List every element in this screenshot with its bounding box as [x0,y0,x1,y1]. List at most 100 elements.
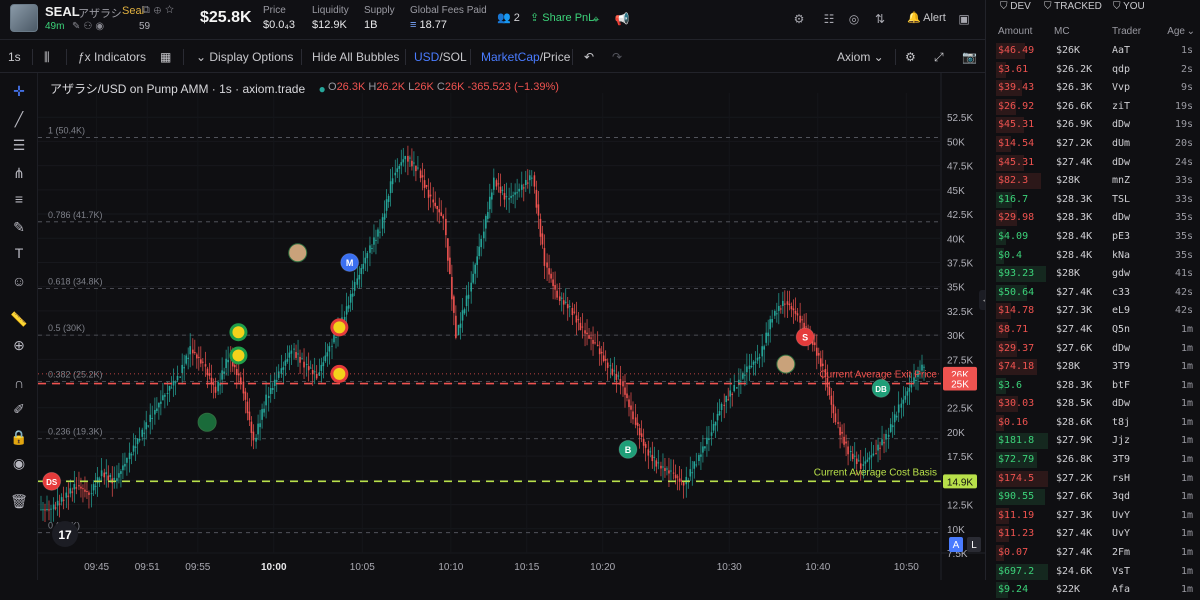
trade-row[interactable]: $4.09 $28.4K pE3 35s [986,228,1200,247]
pitchfork-icon[interactable]: ⋔ [9,163,29,183]
trade-row[interactable]: $90.55 $27.6K 3qd 1m [986,488,1200,507]
indicators-button[interactable]: ƒx Indicators [78,50,146,64]
trade-row[interactable]: $14.54 $27.2K dUm 20s [986,135,1200,154]
trade-trader[interactable]: dUm [1112,138,1130,149]
trade-trader[interactable]: dDw [1112,398,1130,409]
trade-row[interactable]: $0.07 $27.4K 2Fm 1m [986,544,1200,563]
trade-trader[interactable]: 3qd [1112,491,1130,502]
trade-row[interactable]: $9.24 $22K Afa 1m [986,581,1200,600]
trade-row[interactable]: $29.98 $28.3K dDw 35s [986,209,1200,228]
trade-row[interactable]: $74.18 $28K 3T9 1m [986,358,1200,377]
column-trader[interactable]: Trader [1112,26,1141,37]
tab-tracked[interactable]: ⛉ TRACKED [1044,1,1102,12]
trade-row[interactable]: $0.16 $28.6K t8j 1m [986,414,1200,433]
emoji-icon[interactable]: ☺ [9,271,29,291]
settings-icon[interactable]: ⚙ [790,10,808,28]
eye-icon[interactable]: ◉ [9,453,29,473]
trade-row[interactable]: $39.43 $26.3K Vvp 9s [986,79,1200,98]
brush-icon[interactable]: ✎ [9,217,29,237]
trade-trader[interactable]: eL9 [1112,305,1130,316]
trade-row[interactable]: $45.31 $27.4K dDw 24s [986,154,1200,173]
trade-trader[interactable]: dDw [1112,343,1130,354]
trade-trader[interactable]: Vvp [1112,82,1130,93]
alert-button[interactable]: 🔔 Alert [907,11,946,24]
trade-row[interactable]: $3.61 $26.2K qdp 2s [986,61,1200,80]
trade-row[interactable]: $181.8 $27.9K Jjz 1m [986,432,1200,451]
swap-icon[interactable]: ⇅ [871,10,889,28]
chart-canvas[interactable]: 52.5K 50K 47.5K 45K 42.5K 40K 37.5K 35K 32.5K 30K… [38,73,985,580]
trade-row[interactable]: $82.3 $28K mnZ 33s [986,172,1200,191]
trade-row[interactable]: $0.4 $28.4K kNa 35s [986,247,1200,266]
undo-icon[interactable]: ↶ [584,50,594,64]
trade-trader[interactable]: rsH [1112,473,1130,484]
trade-trader[interactable]: ziT [1112,101,1130,112]
trade-row[interactable]: $29.37 $27.6K dDw 1m [986,340,1200,359]
trade-row[interactable]: $50.64 $27.4K c33 42s [986,284,1200,303]
trade-trader[interactable]: VsT [1112,566,1130,577]
list-icon[interactable]: ☷ [820,10,838,28]
trade-trader[interactable]: UvY [1112,510,1130,521]
trade-trader[interactable]: pE3 [1112,231,1130,242]
megaphone-icon[interactable]: 📢 [613,10,631,28]
trade-trader[interactable]: UvY [1112,528,1130,539]
text-icon[interactable]: T [9,243,29,263]
share-pnl-button[interactable]: ⇪ Share PnL [530,11,594,24]
trade-trader[interactable]: TSL [1112,194,1130,205]
trade-row[interactable]: $45.31 $26.9K dDw 19s [986,116,1200,135]
watchers[interactable]: 👥 2 [497,11,520,24]
trade-row[interactable]: $11.19 $27.3K UvY 1m [986,507,1200,526]
trade-row[interactable]: $26.92 $26.6K ziT 19s [986,98,1200,117]
display-options-button[interactable]: ⌄ Display Options [196,50,293,64]
fib-icon[interactable]: ≡ [9,189,29,209]
pin-icon[interactable]: ⌖ [587,10,605,28]
trade-row[interactable]: $30.03 $28.5K dDw 1m [986,395,1200,414]
trade-trader[interactable]: 3T9 [1112,361,1130,372]
trade-row[interactable]: $697.2 $24.6K VsT 1m [986,563,1200,582]
source-selector[interactable]: Axiom ⌄ [837,50,884,64]
fullscreen-icon[interactable]: ⤢ [934,50,944,65]
trade-trader[interactable]: btF [1112,380,1130,391]
camera-icon[interactable]: 📷 [962,50,977,64]
price-chart[interactable]: 52.5K 50K 47.5K 45K 42.5K 40K 37.5K 35K 32.5K 30K… [38,73,985,580]
trade-trader[interactable]: Jjz [1112,435,1130,446]
pencil-lock-icon[interactable]: ✐ [9,399,29,419]
trade-row[interactable]: $46.49 $26K AaT 1s [986,42,1200,61]
trade-trader[interactable]: t8j [1112,417,1130,428]
trade-trader[interactable]: 3T9 [1112,454,1130,465]
trade-trader[interactable]: mnZ [1112,175,1130,186]
trendline-icon[interactable]: ╱ [9,109,29,129]
trade-row[interactable]: $72.79 $26.8K 3T9 1m [986,451,1200,470]
trade-trader[interactable]: kNa [1112,250,1130,261]
trade-trader[interactable]: c33 [1112,287,1130,298]
redo-icon[interactable]: ↷ [612,50,622,64]
candle-type-icon[interactable]: ⫼ [44,50,50,65]
magnet-icon[interactable]: ∩ [9,373,29,393]
trade-row[interactable]: $11.23 $27.4K UvY 1m [986,525,1200,544]
trade-trader[interactable]: Afa [1112,584,1130,595]
token-avatar[interactable] [10,4,38,32]
currency-toggle[interactable]: USD/SOL [414,50,467,64]
trade-trader[interactable]: AaT [1112,45,1130,56]
lock-icon[interactable]: 🔒 [9,427,29,447]
trade-row[interactable]: $8.71 $27.4K Q5n 1m [986,321,1200,340]
trade-row[interactable]: $3.6 $28.3K btF 1m [986,377,1200,396]
token-action-icons[interactable]: ⧉⊕☆ [142,4,178,17]
trade-row[interactable]: $16.7 $28.3K TSL 33s [986,191,1200,210]
coin-icon[interactable]: ◎ [845,10,863,28]
trade-trader[interactable]: qdp [1112,64,1130,75]
trade-trader[interactable]: Q5n [1112,324,1130,335]
tab-you[interactable]: ⛉ YOU [1113,1,1145,12]
ruler-icon[interactable]: 📏 [9,309,29,329]
column-age[interactable]: Age [1167,26,1185,37]
horizontal-lines-icon[interactable]: ☰ [9,135,29,155]
trade-row[interactable]: $14.78 $27.3K eL9 42s [986,302,1200,321]
trash-icon[interactable]: 🗑 [9,491,29,511]
crosshair-icon[interactable]: ✛ [9,81,29,101]
trade-trader[interactable]: 2Fm [1112,547,1130,558]
trade-row[interactable]: $93.23 $28K gdw 41s [986,265,1200,284]
chart-settings-icon[interactable]: ⚙ [905,50,916,64]
hide-bubbles-button[interactable]: Hide All Bubbles [312,50,399,64]
zoom-icon[interactable]: ⊕ [9,335,29,355]
token-seal-label[interactable]: Seal [122,5,144,17]
templates-icon[interactable]: ▦ [160,50,171,64]
